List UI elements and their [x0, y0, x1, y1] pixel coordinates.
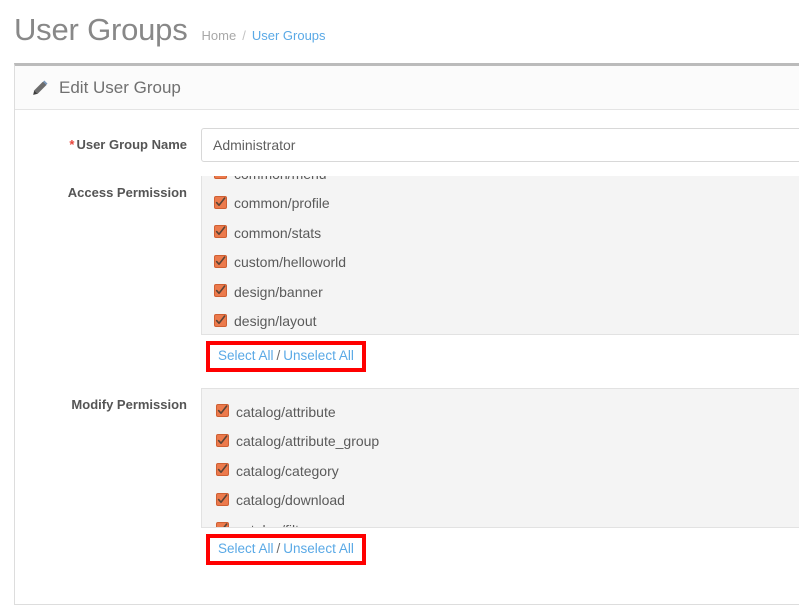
list-item[interactable]: design/layout	[202, 307, 799, 335]
access-permission-list: common/menu common/profile	[202, 176, 799, 335]
list-item-label: design/layout	[234, 313, 317, 330]
list-item-label: catalog/filter	[236, 522, 311, 527]
checkbox-checked-icon[interactable]	[214, 254, 227, 268]
page-title: User Groups	[14, 12, 188, 47]
label-modify-permission: Modify Permission	[71, 397, 187, 412]
breadcrumb: Home / User Groups	[202, 29, 326, 42]
checkbox-checked-icon[interactable]	[216, 463, 229, 477]
breadcrumb-home-link[interactable]: Home	[202, 29, 237, 42]
checkbox-checked-icon[interactable]	[214, 284, 227, 298]
access-select-all-link[interactable]: Select All	[218, 348, 274, 363]
list-item-label: catalog/download	[236, 492, 345, 509]
list-item-label: catalog/attribute	[236, 403, 336, 420]
checkbox-checked-icon[interactable]	[216, 404, 229, 418]
list-item[interactable]: catalog/filter	[202, 515, 799, 527]
panel-header: Edit User Group	[15, 66, 799, 110]
list-item[interactable]: design/banner	[202, 277, 799, 307]
access-select-all-highlight-box: Select All / Unselect All	[206, 341, 366, 372]
label-user-group-name: * User Group Name	[15, 128, 201, 152]
modify-select-all-separator: /	[276, 541, 281, 556]
breadcrumb-separator: /	[242, 28, 246, 43]
modify-permission-scroll-box[interactable]: catalog/attribute catalog/attribute_grou…	[201, 388, 799, 528]
modify-permission-list: catalog/attribute catalog/attribute_grou…	[202, 397, 799, 527]
checkbox-checked-icon[interactable]	[214, 195, 227, 209]
checkbox-checked-icon[interactable]	[214, 313, 227, 327]
breadcrumb-user-groups-link[interactable]: User Groups	[252, 29, 326, 42]
list-item[interactable]: catalog/category	[202, 456, 799, 486]
checkbox-checked-icon[interactable]	[214, 225, 227, 239]
pencil-icon	[32, 79, 49, 96]
checkbox-checked-icon[interactable]	[216, 433, 229, 447]
form-row-access-permission: Access Permission common/menu	[15, 176, 799, 335]
checkbox-checked-icon[interactable]	[214, 176, 227, 180]
page-header: User Groups Home / User Groups	[0, 0, 799, 48]
list-item[interactable]: common/menu	[202, 176, 799, 189]
edit-user-group-panel: Edit User Group *User Group Name Access …	[14, 63, 799, 605]
access-select-all-separator: /	[276, 348, 281, 363]
form-row-group-name: * User Group Name	[15, 128, 799, 162]
list-item-label: common/profile	[234, 195, 330, 212]
list-item[interactable]: catalog/attribute_group	[202, 427, 799, 457]
modify-select-all-row: Select All / Unselect All	[15, 528, 799, 565]
list-item[interactable]: common/profile	[202, 189, 799, 219]
user-group-name-input[interactable]	[201, 128, 799, 162]
list-item[interactable]: catalog/attribute	[202, 397, 799, 427]
label-access-permission: Access Permission	[67, 185, 187, 200]
panel-body: *User Group Name Access Permission	[15, 110, 799, 565]
list-item[interactable]: common/stats	[202, 218, 799, 248]
list-item-label: catalog/category	[236, 462, 339, 479]
label-user-group-name-text: User Group Name	[76, 137, 187, 152]
list-item-label: design/banner	[234, 283, 323, 300]
list-item[interactable]: custom/helloworld	[202, 248, 799, 278]
modify-select-all-link[interactable]: Select All	[218, 541, 274, 556]
list-item-label: common/stats	[234, 224, 322, 241]
list-item-label: common/menu	[234, 176, 327, 182]
checkbox-checked-icon[interactable]	[216, 492, 229, 506]
required-marker: *	[69, 137, 75, 152]
panel-title: Edit User Group	[59, 77, 181, 97]
form-row-modify-permission: Modify Permission catalog/attribute cata…	[15, 388, 799, 528]
list-item-label: custom/helloworld	[234, 254, 347, 271]
access-select-all-row: Select All / Unselect All	[15, 335, 799, 372]
list-item[interactable]: catalog/download	[202, 486, 799, 516]
modify-select-all-highlight-box: Select All / Unselect All	[206, 534, 366, 565]
access-permission-scroll-box[interactable]: common/menu common/profile	[201, 176, 799, 335]
list-item-label: catalog/attribute_group	[236, 433, 380, 450]
modify-unselect-all-link[interactable]: Unselect All	[283, 541, 354, 556]
checkbox-checked-icon[interactable]	[216, 522, 229, 527]
access-unselect-all-link[interactable]: Unselect All	[283, 348, 354, 363]
